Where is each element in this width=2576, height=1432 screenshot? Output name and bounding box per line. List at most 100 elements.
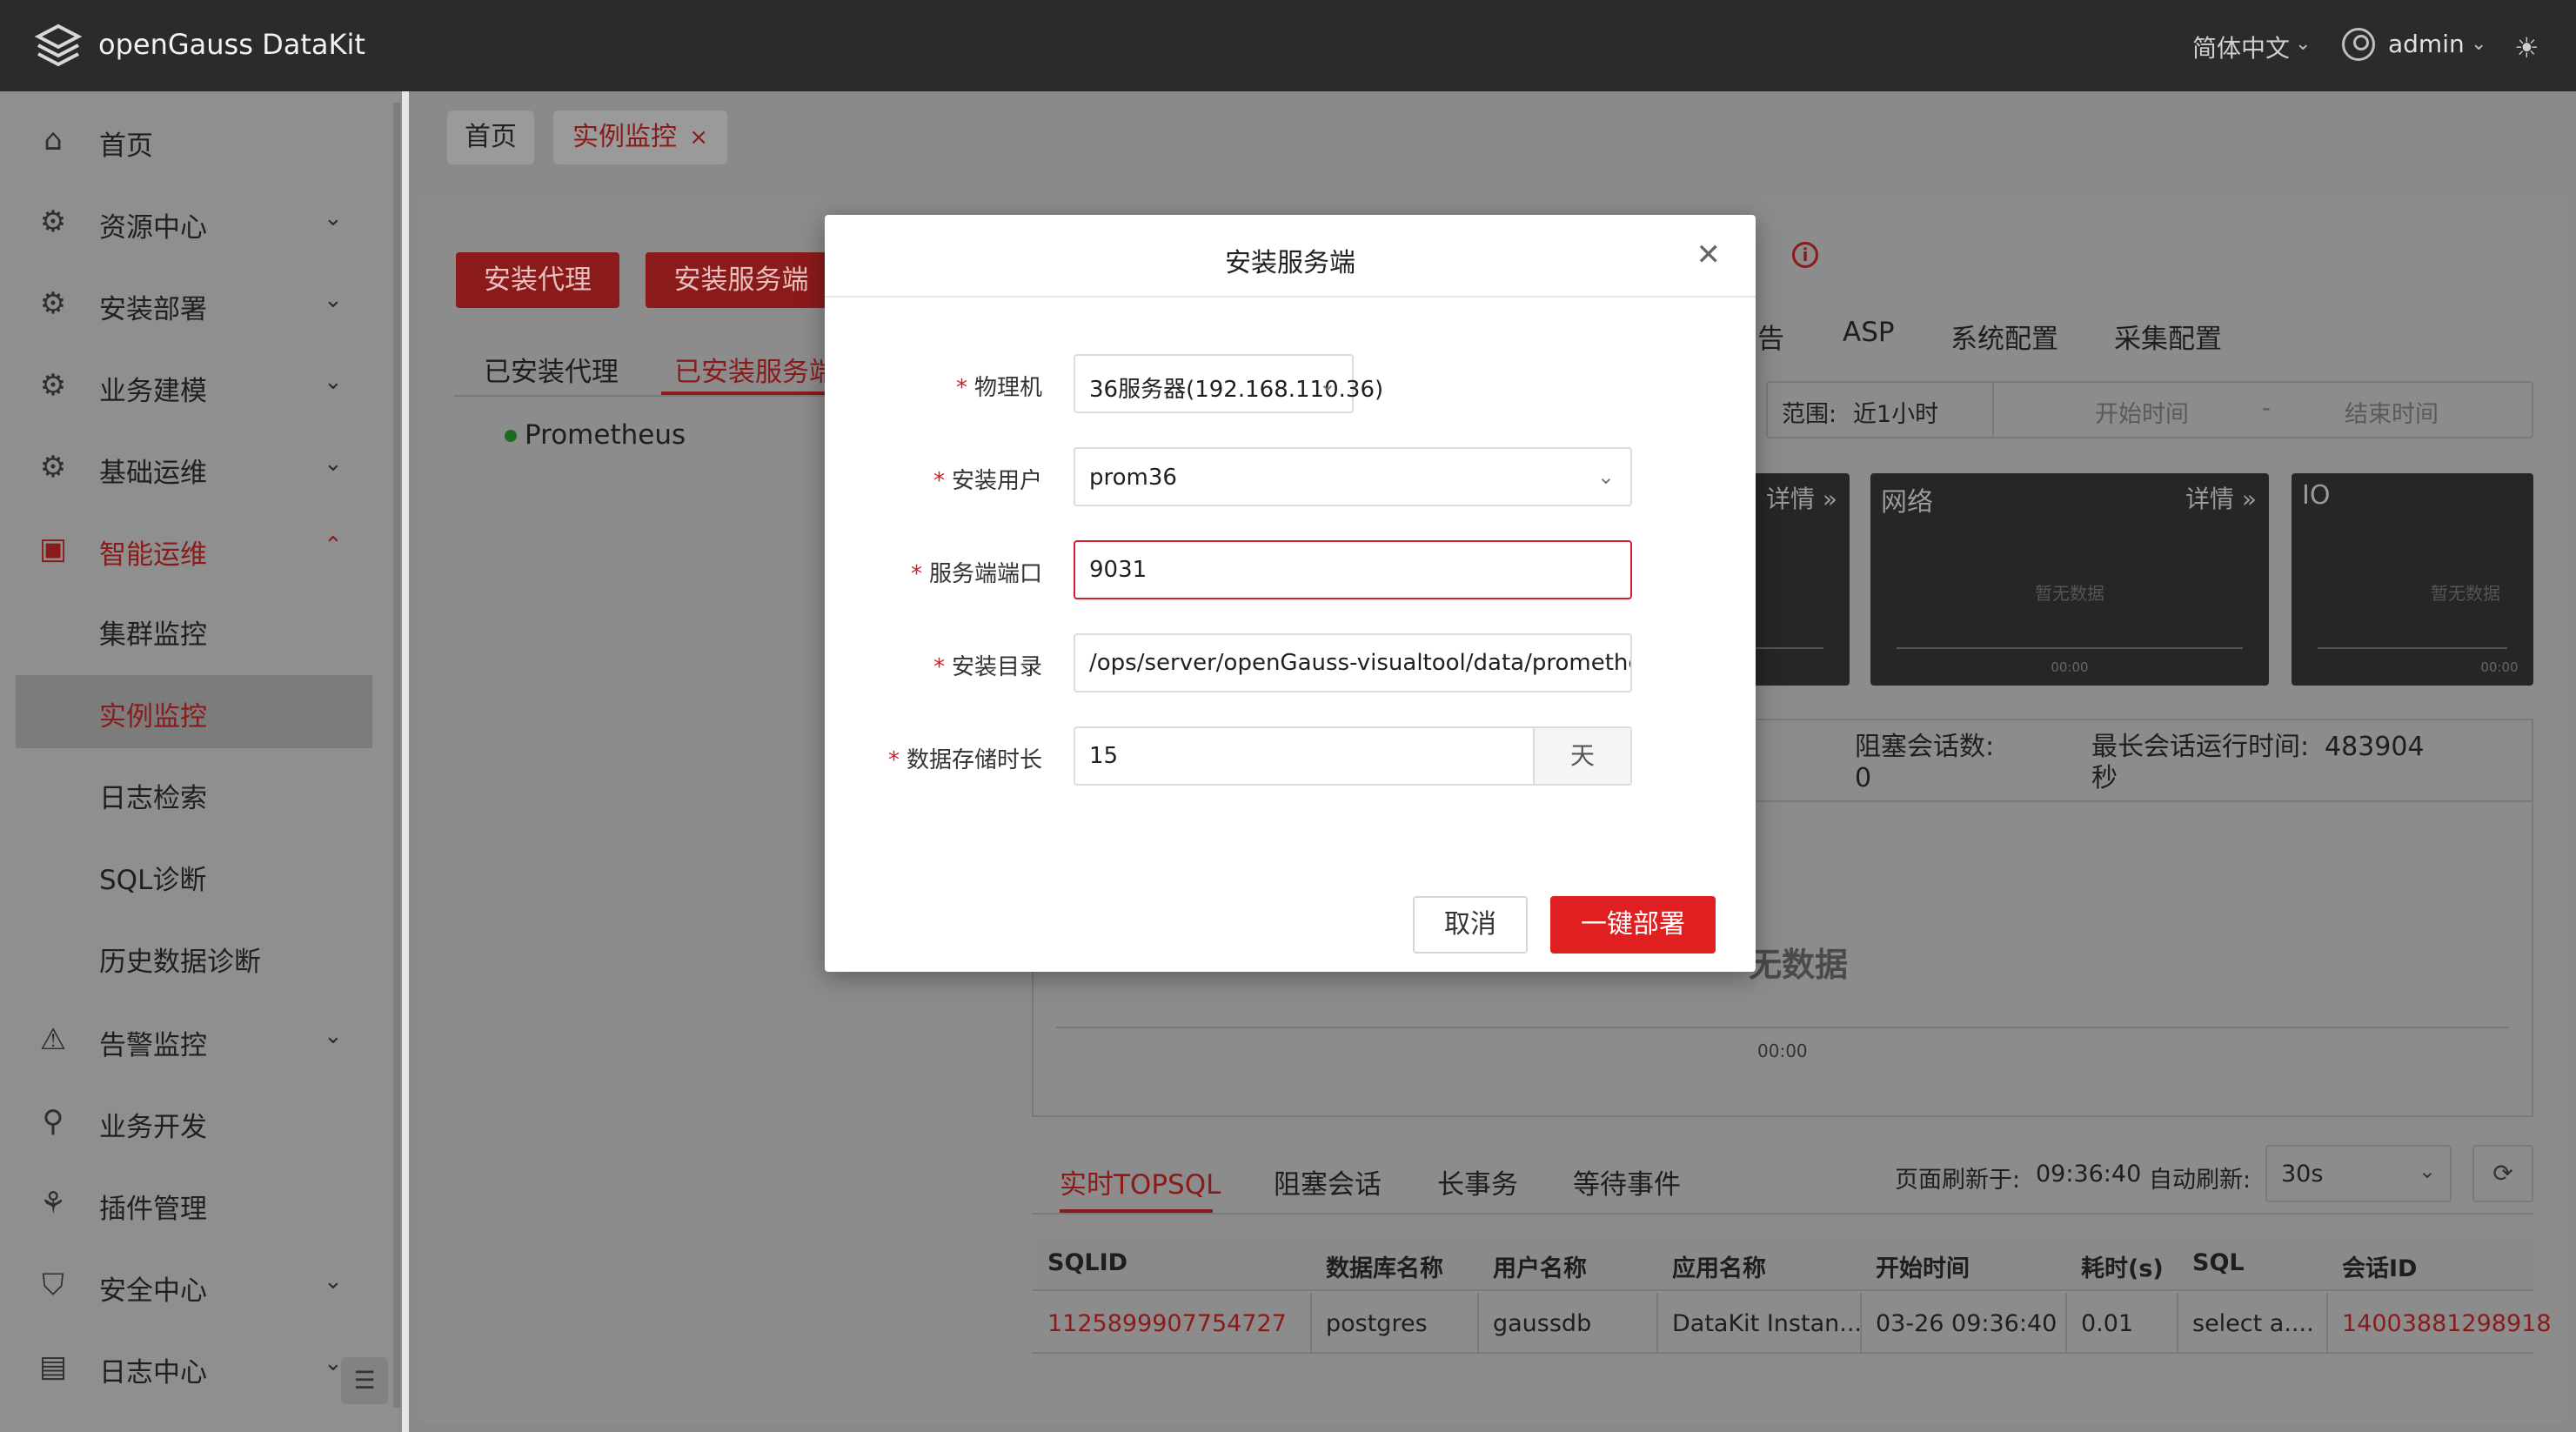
column-header: 应用名称 (1672, 1255, 1766, 1282)
sidebar-item-home[interactable]: ⌂ 首页 (0, 104, 383, 174)
sidebar-item-intelligent-ops[interactable]: ▣ 智能运维 ⌃ (0, 513, 383, 583)
chevron-down-icon[interactable]: ⌄ (2471, 33, 2486, 55)
sidebar-subitem-instance-monitor[interactable]: 实例监控 (16, 675, 372, 748)
axis-time-label: 00:00 (2051, 659, 2089, 675)
tab-blocked-sessions[interactable]: 阻塞会话 (1274, 1162, 1382, 1201)
unit-suffix: 天 (1533, 728, 1630, 784)
tab-installed-agent[interactable]: 已安装代理 (484, 350, 619, 389)
chevron-down-icon: ⌄ (324, 451, 343, 477)
table-header: SQLID 数据库名称 用户名称 应用名称 开始时间 耗时(s) SQL 会话I… (1032, 1234, 2533, 1291)
alarm-icon: ⚠ (39, 1022, 67, 1057)
details-link[interactable]: 详情 » (2185, 480, 2257, 515)
auto-refresh-label: 自动刷新: (2149, 1167, 2251, 1194)
tab-realtime-topsql[interactable]: 实时TOPSQL (1060, 1162, 1221, 1201)
no-data-text: 无数据 (1749, 946, 1849, 984)
sidebar-collapse-button[interactable]: ☰ (341, 1357, 388, 1404)
column-divider (1310, 1293, 1312, 1352)
blocked-sessions-label: 阻塞会话数: (1855, 732, 1995, 762)
refresh-label: 页面刷新于: (1895, 1167, 2021, 1194)
close-icon[interactable]: ✕ (1696, 238, 1722, 272)
retention-input[interactable] (1075, 728, 1535, 784)
language-selector[interactable]: 简体中文 (2192, 30, 2290, 64)
card-title: IO (2302, 480, 2331, 511)
cancel-button[interactable]: 取消 (1413, 896, 1528, 954)
sidebar-subitem-history-diagnosis[interactable]: 历史数据诊断 (16, 920, 372, 994)
install-server-button[interactable]: 安装服务端 (646, 252, 837, 308)
server-port-field[interactable] (1074, 540, 1632, 599)
sidebar-item-security-center[interactable]: ⛉ 安全中心 ⌄ (0, 1249, 383, 1319)
longest-session-value: 483904 (2325, 732, 2425, 762)
sidebar-item-plugin-management[interactable]: ⚘ 插件管理 (0, 1168, 383, 1237)
table-cell: DataKit Instan... (1672, 1310, 1862, 1337)
top-bar: openGauss DataKit 简体中文 ⌄ admin ⌄ ☀ (0, 0, 2576, 91)
column-divider (1477, 1293, 1479, 1352)
dialog-header: 安装服务端 ✕ (825, 215, 1756, 298)
install-dir-input[interactable] (1075, 635, 1630, 691)
refresh-button[interactable]: ⟳ (2472, 1145, 2533, 1202)
column-divider (2177, 1293, 2178, 1352)
user-avatar-icon[interactable] (2342, 28, 2375, 61)
chevron-down-icon: ⌄ (324, 205, 343, 231)
home-icon: ⌂ (43, 123, 63, 157)
install-dir-field[interactable] (1074, 633, 1632, 693)
install-user-label: * 安装用户 (933, 468, 1042, 494)
app-title: openGauss DataKit (98, 28, 365, 61)
sidebar-item-install-deploy[interactable]: ⚙ 安装部署 ⌄ (0, 268, 383, 338)
retention-field[interactable]: 天 (1074, 726, 1632, 786)
user-menu[interactable]: admin (2388, 30, 2465, 58)
chevron-down-icon: ⌄ (324, 369, 343, 395)
sidebar-subitem-cluster-monitor[interactable]: 集群监控 (16, 593, 372, 666)
tab-installed-server[interactable]: 已安装服务端 (674, 350, 836, 389)
sidebar-item-log-center[interactable]: ▤ 日志中心 ⌄ (0, 1331, 383, 1401)
chevron-down-icon: ⌄ (324, 1268, 343, 1295)
tab-instance-monitor[interactable]: 实例监控 × (553, 110, 727, 164)
server-port-input[interactable] (1075, 542, 1630, 598)
table-row[interactable]: 1125899907754727 postgres gaussdb DataKi… (1032, 1293, 2552, 1354)
card-title: 网络 (1881, 487, 1933, 518)
details-link[interactable]: 详情 » (1766, 480, 1837, 515)
sidebar-subitem-log-search[interactable]: 日志检索 (16, 757, 372, 830)
range-select[interactable]: 近1小时 (1853, 395, 1938, 429)
longest-session-unit: 秒 (2091, 763, 2118, 793)
tab-long-transactions[interactable]: 长事务 (1437, 1162, 1518, 1201)
sidebar-item-business-dev[interactable]: ⚲ 业务开发 (0, 1086, 383, 1155)
tab-wait-events[interactable]: 等待事件 (1573, 1162, 1681, 1201)
table-cell: select a.... (2192, 1310, 2314, 1337)
io-card: IO 暂无数据 00:00 (2292, 473, 2533, 686)
install-agent-button[interactable]: 安装代理 (456, 252, 619, 308)
sqlid-link[interactable]: 1125899907754727 (1047, 1310, 1287, 1337)
dialog-title: 安装服务端 (1225, 248, 1355, 278)
close-icon[interactable]: × (689, 110, 708, 164)
no-data-text: 暂无数据 (2431, 583, 2500, 604)
tab-home[interactable]: 首页 (447, 110, 534, 164)
required-marker: * (933, 468, 945, 494)
end-time-input[interactable]: 结束时间 (2345, 395, 2439, 429)
session-id-link[interactable]: 14003881298918 (2342, 1310, 2552, 1337)
tab-collection-config[interactable]: 采集配置 (2114, 317, 2222, 356)
sidebar-item-basic-ops[interactable]: ⚙ 基础运维 ⌄ (0, 432, 383, 501)
physical-machine-select[interactable]: 36服务器(192.168.110.36) ⌄ (1074, 354, 1383, 413)
column-header: SQLID (1047, 1249, 1128, 1276)
sidebar-subitem-sql-diagnosis[interactable]: SQL诊断 (16, 839, 372, 912)
tab-system-config[interactable]: 系统配置 (1950, 317, 2058, 356)
info-icon[interactable]: i (1792, 242, 1818, 268)
chevron-down-icon[interactable]: ⌄ (2295, 33, 2311, 55)
sidebar-scrollbar[interactable] (393, 103, 400, 1408)
tab-report[interactable]: 告 (1757, 317, 1784, 356)
install-user-select[interactable]: prom36 ⌄ (1074, 447, 1632, 506)
sidebar-item-resource-center[interactable]: ⚙ 资源中心 ⌄ (0, 186, 383, 256)
selected-value: 36服务器(192.168.110.36) (1089, 377, 1384, 403)
chevron-down-icon: ⌄ (1596, 465, 1615, 489)
divider (454, 395, 828, 397)
sidebar-item-business-modeling[interactable]: ⚙ 业务建模 ⌄ (0, 350, 383, 419)
auto-refresh-select[interactable]: 30s ⌄ (2265, 1145, 2452, 1202)
start-time-input[interactable]: 开始时间 (2095, 395, 2189, 429)
column-header: 耗时(s) (2081, 1255, 2164, 1282)
column-header: 开始时间 (1876, 1255, 1970, 1282)
prometheus-item[interactable]: Prometheus (525, 419, 686, 451)
tab-asp[interactable]: ASP (1843, 317, 1895, 348)
deploy-button[interactable]: 一键部署 (1550, 896, 1716, 954)
chevron-down-icon: ⌄ (324, 1023, 343, 1049)
theme-toggle-icon[interactable]: ☀ (2514, 31, 2539, 64)
sidebar-item-alarm-monitor[interactable]: ⚠ 告警监控 ⌄ (0, 1004, 383, 1074)
